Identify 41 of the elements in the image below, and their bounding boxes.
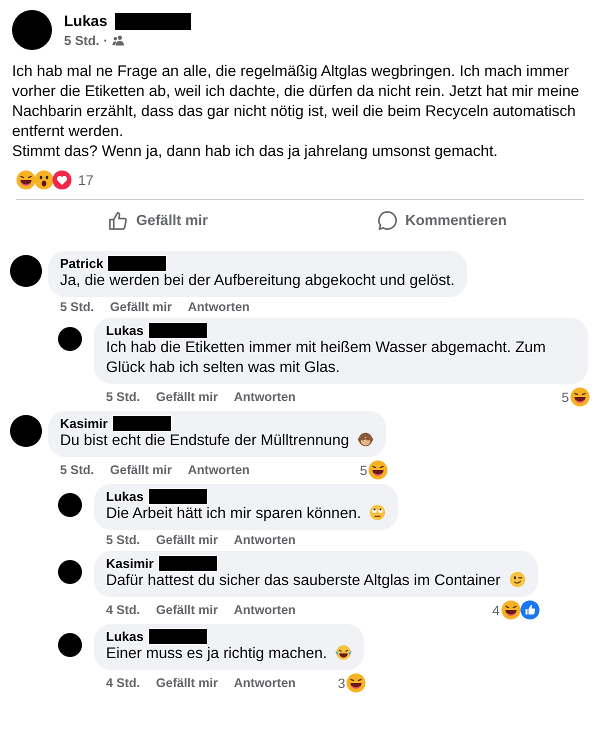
reaction-count: 5 — [360, 462, 368, 478]
like-link[interactable]: Gefällt mir — [156, 603, 218, 617]
reply-link[interactable]: Antworten — [234, 390, 296, 404]
like-link[interactable]: Gefällt mir — [156, 533, 218, 547]
reply-link[interactable]: Antworten — [234, 533, 296, 547]
comment-time: 5 Std. — [106, 390, 140, 404]
reply-link[interactable]: Antworten — [234, 603, 296, 617]
comment-text: Ja, die werden bei der Aufbereitung abgekocht und gelöst. — [60, 272, 455, 289]
commenter-name[interactable]: Lukas — [106, 629, 144, 644]
comment-time: 5 Std. — [60, 300, 94, 314]
comment-text: Ich hab die Etiketten immer mit heißem Wasser abgemacht. Zum Glück hab ich selten was mit Glas. — [106, 339, 546, 376]
like-button[interactable]: Gefällt mir — [16, 206, 300, 235]
reaction-count: 4 — [492, 602, 500, 618]
reaction-count: 17 — [78, 172, 94, 188]
post-time: 5 Std. — [64, 32, 100, 48]
commenter-name[interactable]: Kasimir — [60, 416, 108, 431]
comment-button[interactable]: Kommentieren — [300, 206, 584, 235]
comment-text: Dafür hattest du sicher das sauberste Altglas im Container — [106, 572, 501, 589]
reply-link[interactable]: Antworten — [188, 300, 250, 314]
comment-text: Du bist echt die Endstufe der Mülltrennung — [60, 432, 350, 449]
commenter-name[interactable]: Lukas — [106, 323, 144, 338]
comment-time: 5 Std. — [60, 463, 94, 477]
like-link[interactable]: Gefällt mir — [110, 300, 172, 314]
reply-link[interactable]: Antworten — [188, 463, 250, 477]
reaction-count: 3 — [338, 676, 346, 690]
comment-time: 5 Std. — [106, 533, 140, 547]
comment-text: Einer muss es ja richtig machen. — [106, 645, 328, 662]
commenter-name[interactable]: Patrick — [60, 256, 104, 271]
author-name[interactable]: Lukas — [64, 12, 108, 30]
comment-time: 4 Std. — [106, 603, 140, 617]
like-link[interactable]: Gefällt mir — [110, 463, 172, 477]
like-link[interactable]: Gefällt mir — [156, 390, 218, 404]
commenter-name[interactable]: Lukas — [106, 489, 144, 504]
post-text: Ich hab mal ne Frage an alle, die regelmäßig Altglas wegbringen. Ich mach immer vorher die Etiketten ab, weil ich dachte, die dürfen da nicht rein. Jetzt hat mir meine Nachbarin erzählt, dass das gar nicht nötig ist, weil die beim Recyceln automatisch entfernt werden. Stimmt das? Wenn ja, dann hab ich das ja jahrelang umsonst gemacht. — [12, 62, 580, 162]
commenter-name[interactable]: Kasimir — [106, 556, 154, 571]
separator-dot: · — [103, 32, 108, 48]
comment-text: Die Arbeit hätt ich mir sparen können. — [106, 505, 362, 522]
like-link[interactable]: Gefällt mir — [156, 676, 218, 690]
comment-time: 4 Std. — [106, 676, 140, 690]
reaction-count: 5 — [561, 390, 569, 404]
reply-link[interactable]: Antworten — [234, 676, 296, 690]
